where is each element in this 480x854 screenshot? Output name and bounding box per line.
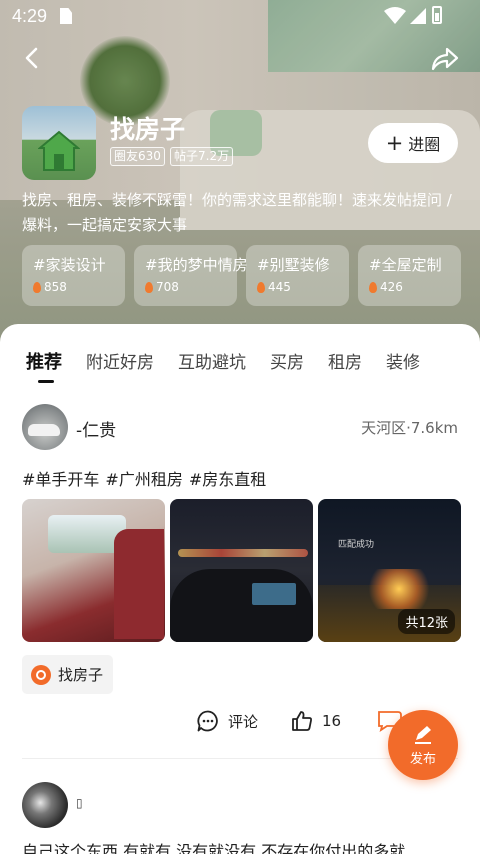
topic-card[interactable]: #我的梦中情房 708 xyxy=(134,245,248,306)
feed-tabs: 推荐 附近好房 互助避坑 买房 租房 装修 xyxy=(26,348,444,383)
topic-count: 858 xyxy=(44,280,67,294)
sim-icon xyxy=(60,8,72,24)
tab-decor[interactable]: 装修 xyxy=(386,348,420,378)
topic-name: #别墅装修 xyxy=(257,256,330,274)
topic-card[interactable]: #家装设计 858 xyxy=(22,245,125,306)
publish-label: 发布 xyxy=(409,751,436,767)
fire-icon xyxy=(257,281,265,293)
publish-button[interactable]: 发布 xyxy=(388,710,458,780)
post-username[interactable]: ▯ xyxy=(76,796,83,810)
avatar[interactable] xyxy=(22,782,68,828)
topic-list: #家装设计 858 #我的梦中情房 708 #别墅装修 445 #全屋定制 42… xyxy=(22,245,461,307)
back-icon[interactable] xyxy=(18,44,46,72)
topic-card[interactable]: #别墅装修 445 xyxy=(246,245,349,306)
topic-card[interactable]: #全屋定制 426 xyxy=(358,245,461,306)
topic-count: 445 xyxy=(268,280,291,294)
wifi-icon xyxy=(384,7,406,24)
post-photo[interactable] xyxy=(22,499,165,642)
signal-icon xyxy=(410,8,426,24)
topic-count: 426 xyxy=(380,280,403,294)
post-photo[interactable]: 匹配成功 共12张 xyxy=(318,499,461,642)
like-icon xyxy=(292,711,313,731)
topic-name: #全屋定制 xyxy=(369,256,442,274)
fire-icon xyxy=(145,281,153,293)
like-count: 16 xyxy=(322,712,342,730)
avatar[interactable] xyxy=(22,404,68,450)
plus-icon: + xyxy=(385,130,404,155)
house-icon xyxy=(38,130,80,171)
post-tags: #单手开车 #广州租房 #房东直租 xyxy=(22,466,266,490)
group-avatar xyxy=(22,106,96,180)
topic-name: #我的梦中情房 xyxy=(145,256,248,274)
join-group-label: 进圈 xyxy=(408,135,441,154)
comment-icon xyxy=(197,710,218,732)
tab-recommended[interactable]: 推荐 xyxy=(26,348,62,383)
battery-icon xyxy=(432,6,442,24)
post-photos: 匹配成功 共12张 xyxy=(22,499,461,642)
topic-name: #家装设计 xyxy=(33,256,106,274)
comment-button[interactable]: 评论 xyxy=(196,709,258,733)
status-time: 4:29 xyxy=(12,6,48,26)
tab-mutual-help[interactable]: 互助避坑 xyxy=(178,348,246,378)
post-actions: 评论 16 xyxy=(196,707,373,735)
photo-count-badge: 共12张 xyxy=(398,609,455,634)
post-username[interactable]: -仁贵 xyxy=(76,416,116,441)
post-tag-link[interactable]: #单手开车 xyxy=(22,466,99,490)
join-group-button[interactable]: + 进圈 xyxy=(368,123,458,163)
tab-rent[interactable]: 租房 xyxy=(328,348,362,378)
members-chip: 圈友630 xyxy=(110,147,165,166)
fire-icon xyxy=(369,281,377,293)
status-bar: 4:29 xyxy=(0,0,480,32)
edit-icon xyxy=(415,725,431,744)
fire-icon xyxy=(33,281,41,293)
group-tag-link[interactable]: 找房子 xyxy=(22,655,114,694)
post-tag-link[interactable]: #广州租房 xyxy=(105,466,182,490)
group-tag-label: 找房子 xyxy=(58,666,104,684)
group-title: 找房子 xyxy=(110,115,186,144)
posts-chip: 帖子7.2万 xyxy=(170,147,234,166)
group-description: 找房、租房、装修不踩雷！你的需求这里都能聊！速来发帖提问 / 爆料，一起搞定安家… xyxy=(22,191,452,234)
topic-count: 708 xyxy=(156,280,179,294)
photo-overlay-text: 匹配成功 xyxy=(338,540,375,550)
share-icon[interactable] xyxy=(430,46,460,72)
group-logo-icon xyxy=(31,664,51,685)
post-location: 天河区·7.6km xyxy=(361,419,458,437)
comment-label: 评论 xyxy=(228,712,259,731)
tab-nearby[interactable]: 附近好房 xyxy=(86,348,154,378)
tab-buy[interactable]: 买房 xyxy=(270,348,304,378)
post-photo[interactable] xyxy=(170,499,313,642)
post-tag-link[interactable]: #房东直租 xyxy=(189,466,266,490)
like-button[interactable]: 16 xyxy=(290,709,341,733)
post-text[interactable]: 自己这个东西,有就有,没有就没有,不存在你付出的多就 xyxy=(22,838,462,854)
